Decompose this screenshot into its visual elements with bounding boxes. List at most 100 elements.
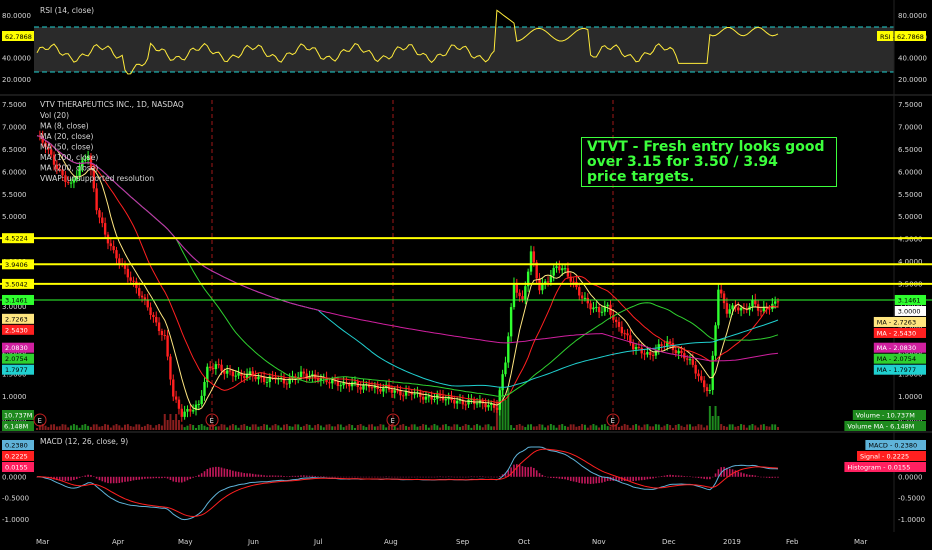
price-tick-left: 5.5000	[2, 191, 27, 199]
macd-tick-left: -1.0000	[2, 516, 29, 524]
histogram-bar	[337, 476, 339, 478]
histogram-bar	[112, 476, 115, 484]
volume-bar	[302, 425, 305, 430]
volume-bar	[410, 424, 413, 430]
volume-bar	[774, 424, 777, 430]
candle-body	[626, 333, 629, 336]
histogram-bar	[121, 476, 123, 483]
histogram-bar	[547, 476, 549, 478]
histogram-bar	[67, 476, 70, 481]
volume-bar	[487, 424, 490, 430]
volume-bar	[740, 424, 743, 430]
volume-bar	[430, 425, 433, 430]
histogram-bar	[70, 476, 72, 481]
rsi-tick-left: 20.0000	[2, 76, 31, 84]
histogram-bar	[183, 476, 186, 482]
histogram-bar	[243, 473, 246, 477]
candle-body	[302, 371, 306, 374]
candle-body	[640, 347, 643, 354]
rsi-tick-right: 80.0000	[898, 12, 927, 20]
price-tick-left: 1.0000	[2, 393, 27, 401]
histogram-bar	[462, 476, 464, 478]
earnings-label: E	[611, 417, 615, 425]
volume-bar	[612, 424, 615, 430]
histogram-bar	[81, 476, 84, 477]
volume-bar	[632, 425, 635, 430]
volume-bar	[413, 424, 416, 430]
histogram-bar	[652, 476, 654, 479]
histogram-bar	[215, 466, 217, 477]
candle-body	[328, 382, 331, 384]
histogram-bar	[765, 476, 768, 478]
volume-bar	[177, 420, 180, 430]
candle-body	[561, 268, 564, 271]
time-label: Mar	[854, 538, 867, 546]
volume-bar	[416, 426, 419, 430]
histogram-bar	[433, 476, 436, 478]
time-label: Apr	[112, 538, 124, 546]
volume-bar	[274, 424, 277, 430]
candle-body	[248, 371, 252, 375]
volume-bar	[280, 427, 283, 430]
macd-title: MACD (12, 26, close, 9)	[40, 437, 128, 446]
histogram-bar	[189, 476, 192, 480]
volume-bar	[388, 425, 391, 430]
volume-bar	[212, 424, 215, 430]
candle-body	[299, 371, 303, 378]
volume-bar	[742, 424, 745, 430]
histogram-bar	[385, 476, 388, 478]
histogram-bar	[107, 476, 109, 484]
candle-body	[597, 306, 601, 313]
volume-bar	[490, 426, 493, 430]
volume-bar	[717, 416, 720, 430]
volume-bar	[50, 424, 53, 430]
candle-body	[129, 277, 132, 281]
histogram-bar	[476, 476, 478, 478]
volume-bar	[300, 426, 303, 430]
histogram-bar	[524, 466, 527, 477]
histogram-bar	[558, 476, 561, 479]
volume-bar	[129, 426, 132, 430]
histogram-bar	[677, 475, 680, 477]
histogram-bar	[271, 475, 274, 477]
histogram-bar	[345, 476, 348, 478]
earnings-label: E	[391, 417, 395, 425]
volume-bar	[652, 426, 655, 430]
candle-body	[220, 364, 223, 371]
histogram-bar	[104, 476, 106, 483]
histogram-bar	[305, 475, 308, 477]
volume-bar	[342, 427, 345, 430]
volume-bar	[762, 424, 765, 430]
volume-bar	[371, 424, 374, 430]
candle-body	[467, 399, 470, 405]
histogram-bar	[206, 469, 209, 477]
volume-bar	[535, 426, 538, 430]
volume-bar	[104, 424, 107, 430]
volume-bar	[146, 424, 149, 430]
volume-bar	[583, 424, 586, 430]
histogram-bar	[763, 476, 765, 478]
volume-bar	[353, 427, 356, 430]
histogram-bar	[152, 476, 155, 479]
histogram-bar	[166, 476, 169, 479]
histogram-bar	[198, 474, 200, 477]
candle-body	[348, 384, 351, 387]
histogram-bar	[445, 476, 447, 478]
volume-bar	[348, 424, 351, 430]
candle-body	[700, 376, 703, 381]
histogram-bar	[516, 464, 518, 477]
price-tick-right: 6.0000	[898, 168, 923, 176]
volume-bar	[549, 424, 552, 430]
volume-bar	[456, 424, 459, 430]
legend-item: MA (8, close)	[40, 122, 89, 131]
histogram-bar	[246, 473, 248, 477]
histogram-bar	[754, 475, 757, 477]
volume-bar	[564, 425, 567, 430]
volume-bar	[124, 424, 127, 430]
histogram-bar	[692, 476, 694, 478]
volume-bar	[257, 426, 260, 430]
volume-bar	[172, 420, 175, 430]
candle-body	[668, 341, 672, 344]
candle-body	[214, 364, 218, 370]
volume-bar	[214, 426, 217, 430]
